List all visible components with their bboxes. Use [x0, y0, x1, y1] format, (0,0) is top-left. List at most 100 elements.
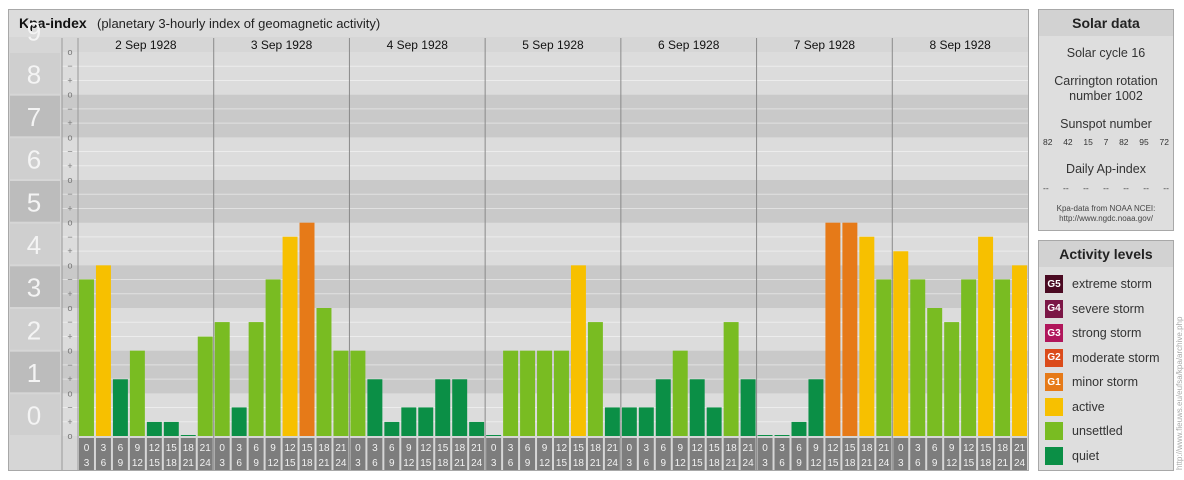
interval-start-label: 15: [437, 443, 449, 454]
interval-end-label: 3: [84, 458, 90, 469]
interval-end-label: 21: [997, 458, 1009, 469]
interval-end-label: 21: [454, 458, 466, 469]
legend-item: G3 strong storm: [1045, 323, 1141, 343]
ap-index-value: --: [1063, 183, 1069, 193]
kp-bar: [570, 265, 586, 436]
minor-tick-label: o: [67, 47, 72, 57]
minor-tick-label: o: [67, 175, 72, 185]
interval-start-label: 6: [932, 443, 938, 454]
sunspot-value: 7: [1103, 137, 1109, 147]
interval-start-label: 15: [709, 443, 721, 454]
interval-start-label: 18: [454, 443, 466, 454]
interval-start-label: 3: [644, 443, 650, 454]
kp-bar: [231, 407, 247, 436]
legend-label: minor storm: [1072, 375, 1138, 389]
minor-tick-label: +: [67, 246, 72, 256]
legend-label: moderate storm: [1072, 350, 1160, 365]
interval-start-label: 6: [253, 443, 259, 454]
y-tick-label: 0: [27, 401, 41, 431]
minor-tick-label: +: [67, 417, 72, 427]
kp-band: [62, 222, 1028, 266]
kp-bar: [112, 379, 128, 436]
interval-end-label: 9: [796, 458, 802, 469]
kp-bar: [774, 435, 790, 436]
kp-bar: [384, 421, 400, 436]
kp-bar: [486, 435, 502, 436]
minor-tick-label: o: [67, 260, 72, 270]
interval-start-label: 3: [101, 443, 107, 454]
day-label: 3 Sep 1928: [251, 38, 313, 52]
kp-bar: [469, 421, 485, 436]
interval-start-label: 6: [525, 443, 531, 454]
kp-bar: [910, 279, 926, 436]
interval-end-label: 12: [810, 458, 822, 469]
ap-index-value: --: [1143, 183, 1149, 193]
interval-end-label: 21: [183, 458, 195, 469]
interval-start-label: 18: [183, 443, 195, 454]
kp-bar: [927, 308, 943, 436]
interval-start-label: 9: [813, 443, 819, 454]
kp-bar: [825, 222, 841, 436]
legend-swatch: G3: [1045, 324, 1063, 342]
interval-end-label: 9: [660, 458, 666, 469]
kp-bar: [587, 322, 603, 436]
interval-start-label: 21: [335, 443, 347, 454]
interval-start-label: 3: [508, 443, 514, 454]
legend-item: active: [1045, 397, 1105, 417]
interval-end-label: 24: [607, 458, 619, 469]
interval-end-label: 9: [525, 458, 531, 469]
kpa-bar-chart: 0123456789o+−o+−o+−o+−o+−o+−o+−o+−o+−o 2 …: [10, 17, 1028, 470]
interval-end-label: 9: [932, 458, 938, 469]
kp-bar: [214, 322, 230, 436]
interval-start-label: 21: [200, 443, 212, 454]
kp-bar: [452, 379, 468, 436]
kp-bar: [961, 279, 977, 436]
interval-start-label: 18: [997, 443, 1009, 454]
kp-bar: [621, 407, 637, 436]
interval-end-label: 18: [844, 458, 856, 469]
y-tick-label: 2: [27, 315, 41, 345]
interval-start-label: 18: [318, 443, 330, 454]
legend-label: active: [1072, 399, 1105, 414]
y-tick-label: 9: [27, 17, 41, 47]
legend-swatch: [1045, 397, 1063, 416]
interval-end-label: 12: [132, 458, 144, 469]
interval-start-label: 6: [389, 443, 395, 454]
interval-start-label: 18: [590, 443, 602, 454]
carrington-line2: number 1002: [1069, 89, 1143, 103]
kp-band: [62, 52, 1028, 95]
day-label: 8 Sep 1928: [929, 38, 991, 52]
kp-bar: [944, 322, 960, 436]
interval-end-label: 9: [253, 458, 259, 469]
interval-end-label: 6: [372, 458, 378, 469]
interval-start-label: 9: [406, 443, 412, 454]
kp-bar: [503, 350, 519, 436]
kp-bar: [655, 379, 671, 436]
data-source-note: Kpa-data from NOAA NCEI: http://www.ngdc…: [1039, 204, 1173, 224]
interval-start-label: 9: [677, 443, 683, 454]
minor-tick-label: o: [67, 218, 72, 228]
solar-data-panel: Solar data Solar cycle 16 Carrington rot…: [1038, 9, 1174, 231]
interval-end-label: 12: [268, 458, 280, 469]
interval-end-label: 12: [539, 458, 551, 469]
legend-label: quiet: [1072, 448, 1100, 463]
y-tick-label: 1: [27, 358, 41, 388]
interval-start-label: 21: [743, 443, 755, 454]
interval-end-label: 15: [556, 458, 568, 469]
kp-bar: [689, 379, 705, 436]
interval-start-label: 0: [355, 443, 361, 454]
legend-label: extreme storm: [1072, 277, 1152, 291]
kp-bar: [672, 350, 688, 436]
y-tick-label: 4: [27, 230, 41, 260]
minor-tick-label: +: [67, 75, 72, 85]
minor-tick-label: +: [67, 374, 72, 384]
side-credit: http://www.fieuws.eu/eufsa/kpa/archive.p…: [1175, 255, 1184, 470]
y-tick-label: 3: [27, 273, 41, 303]
interval-end-label: 9: [389, 458, 395, 469]
interval-start-label: 0: [219, 443, 225, 454]
minor-tick-label: o: [67, 90, 72, 100]
interval-end-label: 24: [200, 458, 212, 469]
minor-tick-label: o: [67, 431, 72, 441]
interval-start-label: 0: [762, 443, 768, 454]
interval-start-label: 6: [796, 443, 802, 454]
